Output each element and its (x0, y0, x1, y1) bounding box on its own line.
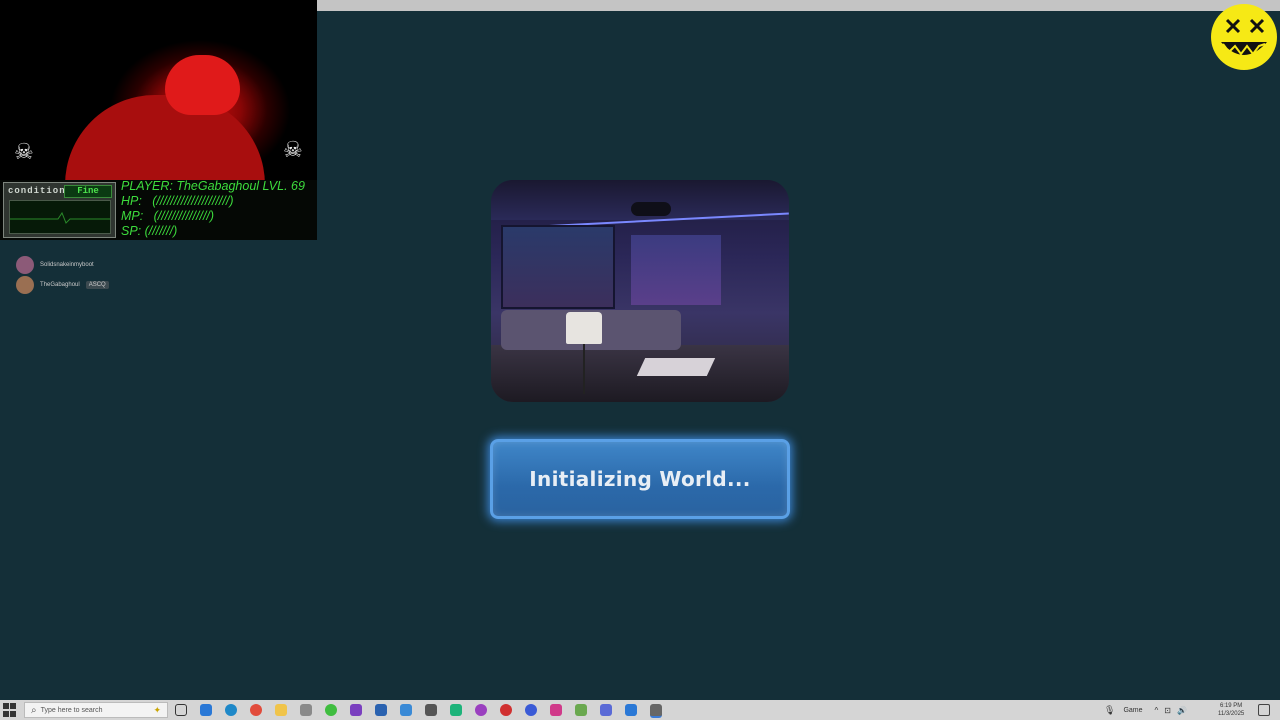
network-icon[interactable]: ⊡ (1164, 706, 1171, 715)
clock-time: 6:19 PM (1219, 703, 1243, 709)
chat-username: Solidsnakeinmyboot (40, 262, 94, 268)
system-tray: 🎙 Game ^ ⊡ 🔊 (1104, 700, 1187, 720)
chat-item: TheGabaghoul ASCQ (16, 276, 109, 294)
search-icon: ⌕ (31, 704, 37, 716)
clock[interactable]: 6:19 PM 11/3/2025 (1218, 702, 1244, 718)
app-icon-11[interactable] (525, 704, 537, 716)
mp-line: MP: (///////////////) (121, 209, 215, 223)
sparkle-icon: ✦ (153, 704, 161, 715)
ceiling-fan-icon (631, 202, 671, 216)
mic-icon[interactable]: 🎙 (1104, 705, 1115, 716)
volume-icon[interactable]: 🔊 (1177, 706, 1187, 715)
ecg-screen (9, 200, 111, 234)
chat-username: TheGabaghoul (40, 282, 80, 288)
loading-status-panel: Initializing World... (490, 439, 790, 519)
chrome-icon[interactable] (250, 704, 262, 716)
app-icon-15[interactable] (625, 704, 637, 716)
sp-line: SP: (///////) (121, 224, 178, 238)
app-icon-7[interactable] (425, 704, 437, 716)
loading-status-text: Initializing World... (529, 467, 751, 491)
top-window-strip (317, 0, 1280, 11)
app-icon-13[interactable] (575, 704, 587, 716)
avatar (16, 276, 34, 294)
app-icon-4[interactable] (350, 704, 362, 716)
app-icon-8[interactable] (450, 704, 462, 716)
start-button[interactable] (3, 703, 17, 717)
webcam-feed (0, 0, 317, 185)
tray-label[interactable]: Game (1123, 707, 1142, 714)
app-icon-5[interactable] (375, 704, 387, 716)
clock-date: 11/3/2025 (1218, 711, 1245, 717)
app-icon-12[interactable] (550, 704, 562, 716)
app-icon-1[interactable] (200, 704, 212, 716)
condition-value: Fine (64, 185, 112, 198)
condition-monitor: condition Fine (3, 182, 116, 238)
avatar (16, 256, 34, 274)
player-stats: PLAYER: TheGabaghoul LVL. 69 HP: (///////… (121, 179, 305, 239)
app-icon-10[interactable] (500, 704, 512, 716)
app-icon-2[interactable] (300, 704, 312, 716)
app-icon-3[interactable] (325, 704, 337, 716)
player-line: PLAYER: TheGabaghoul LVL. 69 (121, 179, 305, 193)
task-view-icon[interactable] (175, 704, 187, 716)
app-icon-14[interactable] (600, 704, 612, 716)
app-icon-6[interactable] (400, 704, 412, 716)
file-explorer-icon[interactable] (275, 704, 287, 716)
edge-icon[interactable] (225, 704, 237, 716)
condition-label: condition (8, 186, 66, 196)
search-placeholder: Type here to search (40, 706, 103, 714)
chat-badge: ASCQ (85, 281, 109, 289)
chat-item: Solidsnakeinmyboot (16, 256, 94, 274)
hp-line: HP: (/////////////////////) (121, 194, 234, 208)
skeleton-right-icon: ☠ (283, 138, 303, 163)
smiley-logo-icon (1211, 4, 1277, 70)
lamp-icon (566, 312, 602, 344)
ecg-line-icon (10, 211, 110, 224)
taskbar: ⌕ Type here to search ✦ 🎙 Game ^ ⊡ 🔊 6:1… (0, 700, 1280, 720)
world-preview-image (491, 180, 789, 402)
chevron-up-icon[interactable]: ^ (1155, 706, 1159, 715)
skeleton-left-icon: ☠ (14, 140, 34, 165)
taskbar-search[interactable]: ⌕ Type here to search ✦ (24, 702, 168, 718)
notification-icon[interactable] (1258, 704, 1270, 716)
app-icon-active[interactable] (650, 704, 662, 718)
app-icon-9[interactable] (475, 704, 487, 716)
